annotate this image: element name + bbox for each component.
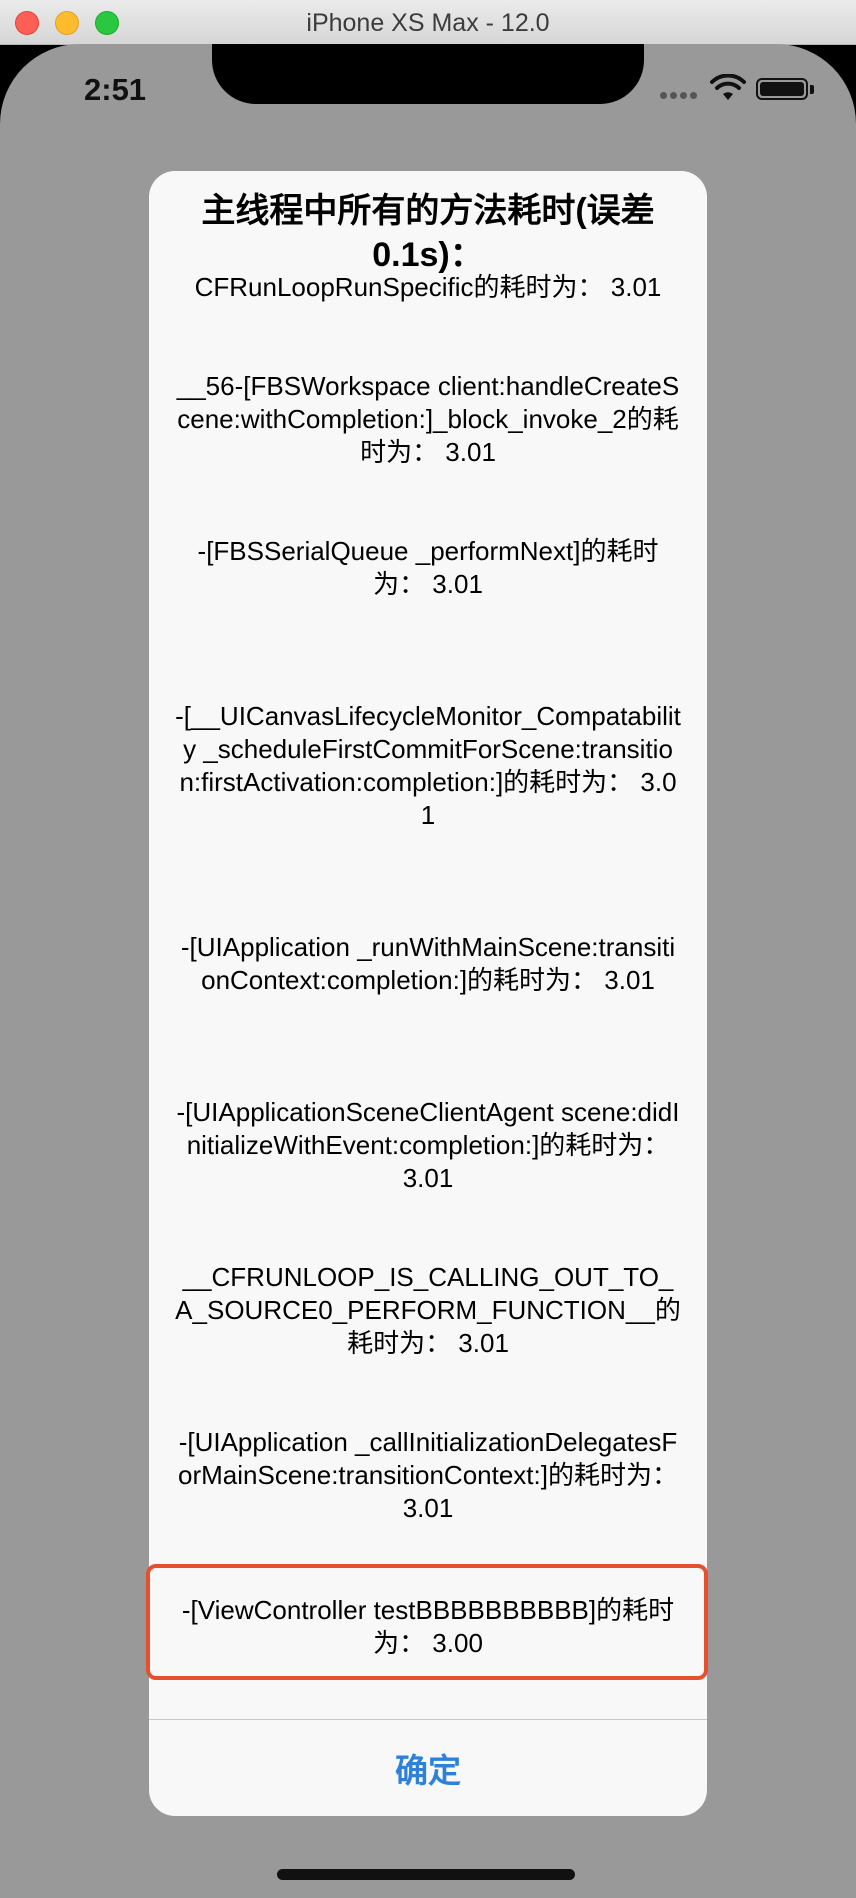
highlight-annotation-box (146, 1564, 708, 1680)
confirm-button[interactable]: 确定 (149, 1719, 707, 1816)
method-timing-entry: -[UIApplication _callInitializationDeleg… (178, 1427, 678, 1523)
window-titlebar: iPhone XS Max - 12.0 (0, 0, 856, 45)
simulator-window: iPhone XS Max - 12.0 2:51 主线程中所有的方法耗时(误差… (0, 0, 856, 1898)
status-time: 2:51 (84, 72, 147, 107)
alert-title: 主线程中所有的方法耗时(误差0.1s)： (201, 192, 655, 274)
device-notch (212, 44, 644, 104)
method-timing-entry: -[__UICanvasLifecycleMonitor_Compatabili… (175, 701, 681, 830)
method-timing-entry: -[FBSSerialQueue _performNext]的耗时为： 3.01 (197, 536, 659, 599)
cellular-signal-icon (660, 86, 700, 104)
method-timing-entry: __56-[FBSWorkspace client:handleCreateSc… (176, 371, 680, 467)
method-timing-entry: -[UIApplicationSceneClientAgent scene:di… (176, 1097, 680, 1193)
home-indicator[interactable] (277, 1869, 575, 1880)
window-title: iPhone XS Max - 12.0 (306, 9, 550, 37)
method-timing-entry: __CFRUNLOOP_IS_CALLING_OUT_TO_A_SOURCE0_… (175, 1262, 681, 1358)
method-timing-entry: CFRunLoopRunSpecific的耗时为： 3.01 (194, 272, 662, 302)
battery-icon (756, 78, 808, 100)
battery-tip (810, 85, 814, 94)
wifi-icon (710, 74, 746, 100)
status-icons (660, 74, 820, 108)
method-timing-entry: -[UIApplication _runWithMainScene:transi… (180, 932, 676, 995)
